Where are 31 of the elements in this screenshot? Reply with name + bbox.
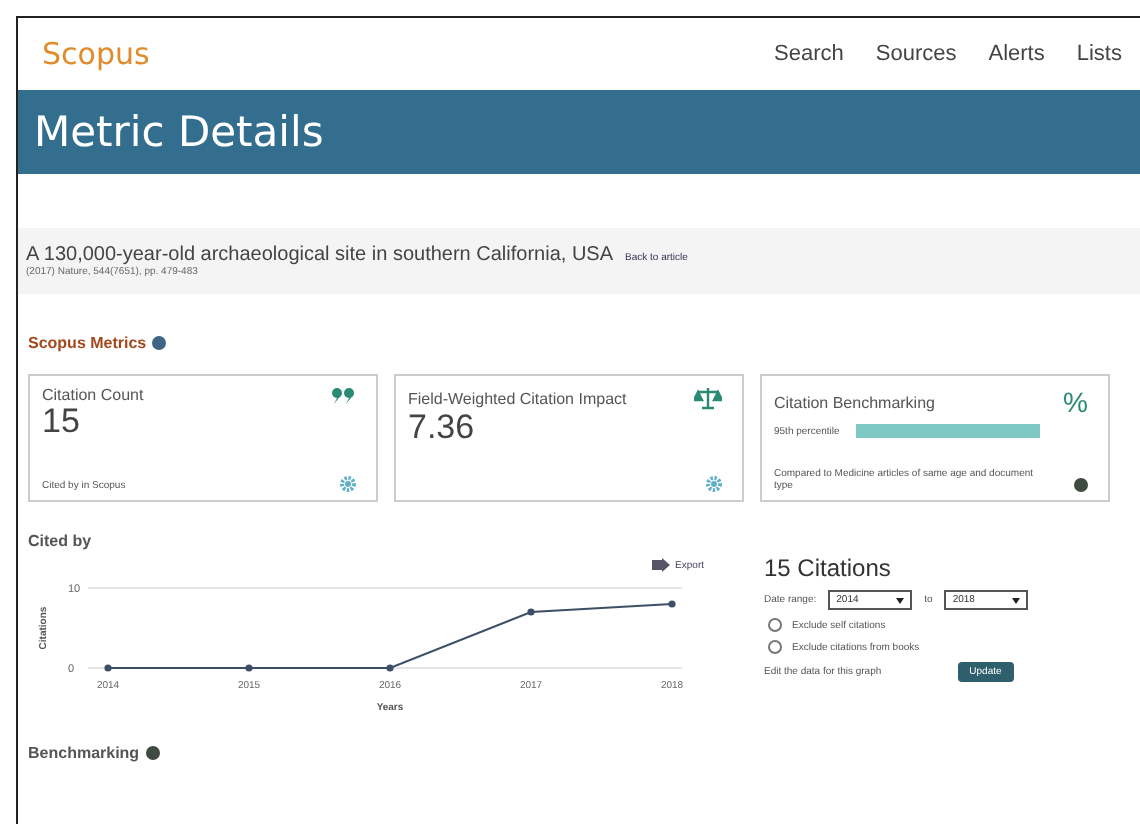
section-heading: Benchmarking <box>28 744 140 762</box>
help-icon[interactable] <box>1074 478 1088 492</box>
quote-icon <box>332 387 356 403</box>
article-title: A 130,000-year-old archaeological site in southern California, USA <box>26 244 614 266</box>
data-point <box>245 664 253 672</box>
data-point <box>668 600 676 608</box>
help-icon[interactable] <box>152 336 167 350</box>
section-heading: Scopus Metrics <box>28 334 147 352</box>
help-icon[interactable] <box>145 746 160 760</box>
percent-symbol: % <box>1063 386 1088 418</box>
data-point <box>104 664 112 672</box>
radio-button[interactable] <box>768 640 782 654</box>
metric-value: 7.36 <box>408 410 477 444</box>
nav-link[interactable]: Search <box>774 42 844 66</box>
card-title: Citation Count <box>42 386 144 404</box>
export-icon <box>651 558 670 572</box>
nav-link[interactable]: Alerts <box>988 42 1045 66</box>
metric-value: 15 <box>42 404 82 438</box>
scales-icon <box>694 386 722 410</box>
data-point <box>386 664 394 672</box>
card-title: Citation Benchmarking <box>774 393 935 411</box>
citation-total: 15 Citations <box>764 554 893 582</box>
nav-link[interactable]: Lists <box>1076 42 1122 66</box>
card-title: Field-Weighted Citation Impact <box>408 389 627 407</box>
data-point <box>527 608 535 616</box>
gear-icon[interactable] <box>340 476 356 492</box>
gear-icon[interactable] <box>706 476 722 492</box>
page-title: Metric Details <box>34 108 324 156</box>
section-heading: Cited by <box>28 532 92 550</box>
nav-link[interactable]: Sources <box>875 42 957 66</box>
radio-button[interactable] <box>768 618 782 632</box>
